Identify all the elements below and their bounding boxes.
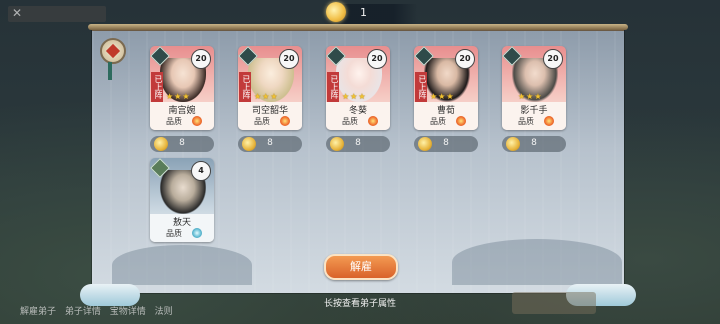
fragment-coin-icon bbox=[326, 2, 346, 22]
mountain-decoration bbox=[452, 239, 622, 285]
deployed-tag: 已上阵 bbox=[327, 72, 339, 102]
top-left-banner: ✕ bbox=[8, 6, 106, 22]
level-badge: 20 bbox=[455, 49, 475, 69]
level-badge: 4 bbox=[191, 161, 211, 181]
scroll-rod bbox=[88, 24, 628, 30]
quality-gem-icon bbox=[544, 116, 554, 126]
quality-gem-icon bbox=[192, 116, 202, 126]
quality-gem-icon bbox=[192, 228, 202, 238]
disciple-card[interactable]: 20 已上阵 ★★★ 南宫婉 品质 bbox=[150, 46, 214, 130]
quality-label: 品质 bbox=[254, 117, 270, 126]
bottom-right-badge bbox=[512, 292, 596, 314]
fragment-count: 8 bbox=[150, 136, 214, 152]
menu-item-treasure-details[interactable]: 宝物详情 bbox=[110, 307, 146, 317]
fragment-count-value: 8 bbox=[355, 138, 361, 148]
level-badge: 20 bbox=[543, 49, 563, 69]
fragment-count-value: 8 bbox=[531, 138, 537, 148]
quality-label: 品质 bbox=[166, 117, 182, 126]
menu-item-disciple-details[interactable]: 弟子详情 bbox=[65, 307, 101, 317]
fragment-count: 8 bbox=[238, 136, 302, 152]
quality-gem-icon bbox=[456, 116, 466, 126]
fragment-count: 8 bbox=[326, 136, 390, 152]
quality-label: 品质 bbox=[430, 117, 446, 126]
quality-gem-icon bbox=[280, 116, 290, 126]
level-badge: 20 bbox=[367, 49, 387, 69]
deployed-tag: 已上阵 bbox=[151, 72, 163, 102]
fragment-count-value: 8 bbox=[443, 138, 449, 148]
quality-label: 品质 bbox=[166, 229, 182, 238]
disciple-card[interactable]: 20 已上阵 ★★★ 冬葵 品质 bbox=[326, 46, 390, 130]
quality-label: 品质 bbox=[342, 117, 358, 126]
dismiss-button[interactable]: 解雇 bbox=[324, 254, 398, 280]
disciple-card[interactable]: 20 已上阵 ★★★ 司空韶华 品质 bbox=[238, 46, 302, 130]
level-badge: 20 bbox=[191, 49, 211, 69]
disciple-card[interactable]: 20 已上阵 ★★★ 曹荀 品质 bbox=[414, 46, 478, 130]
fragment-count-value: 8 bbox=[179, 138, 185, 148]
deployed-tag: 已上阵 bbox=[239, 72, 251, 102]
disciple-card[interactable]: 4 敖天 品质 bbox=[150, 158, 214, 242]
disciple-name: 冬葵 bbox=[348, 106, 367, 116]
bottom-menu: 解雇弟子 弟子详情 宝物详情 法则 bbox=[20, 304, 179, 317]
star-rating-icon: ★★★ bbox=[342, 92, 367, 101]
star-rating-icon: ★★★ bbox=[254, 92, 279, 101]
disciple-name: 曹荀 bbox=[436, 106, 455, 116]
star-rating-icon: ★★★ bbox=[518, 92, 543, 101]
fragment-count-value: 8 bbox=[267, 138, 273, 148]
mountain-decoration bbox=[112, 245, 252, 285]
level-badge: 20 bbox=[279, 49, 299, 69]
disciple-name: 影千手 bbox=[520, 106, 548, 116]
fragment-count: 8 bbox=[502, 136, 566, 152]
scroll-knob-icon bbox=[100, 38, 126, 64]
currency-value: 1 bbox=[360, 6, 367, 19]
close-icon[interactable]: ✕ bbox=[12, 6, 22, 20]
deployed-tag: 已上阵 bbox=[415, 72, 427, 102]
tassel bbox=[108, 62, 112, 80]
disciple-name: 南宫婉 bbox=[168, 106, 196, 116]
fragment-count: 8 bbox=[414, 136, 478, 152]
disciple-name: 敖天 bbox=[172, 218, 191, 228]
disciple-card[interactable]: 20 ★★★ 影千手 品质 bbox=[502, 46, 566, 130]
quality-gem-icon bbox=[368, 116, 378, 126]
menu-item-rules[interactable]: 法则 bbox=[155, 307, 173, 317]
star-rating-icon: ★★★ bbox=[430, 92, 455, 101]
star-rating-icon: ★★★ bbox=[166, 92, 191, 101]
menu-item-dismiss-disciple[interactable]: 解雇弟子 bbox=[20, 307, 56, 317]
disciple-name: 司空韶华 bbox=[251, 106, 288, 116]
quality-label: 品质 bbox=[518, 117, 534, 126]
